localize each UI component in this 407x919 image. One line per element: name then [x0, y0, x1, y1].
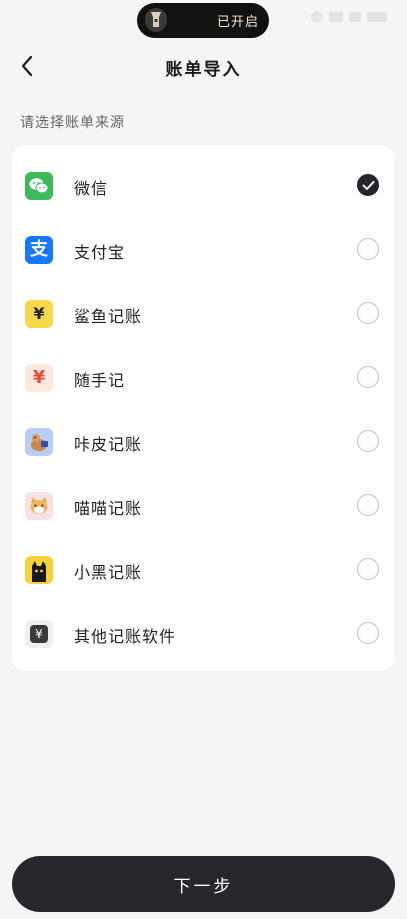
source-item-other[interactable]: ¥ 其他记账软件 — [12, 602, 394, 666]
radio-unselected[interactable] — [357, 494, 379, 516]
section-label: 请选择账单来源 — [20, 115, 125, 131]
next-button[interactable]: 下一步 — [12, 856, 395, 912]
source-name: 支付宝 — [74, 243, 126, 262]
source-item-kapi-ledger[interactable]: 咔皮记账 — [12, 410, 394, 474]
status-icons — [311, 11, 387, 23]
source-name: 其他记账软件 — [74, 627, 177, 646]
wechat-icon — [25, 172, 53, 200]
other-ledger-icon: ¥ — [25, 620, 53, 648]
source-item-cat-ledger[interactable]: 喵喵记账 — [12, 474, 394, 538]
signal-icon — [329, 12, 343, 22]
source-item-suishouji[interactable]: ¥ 随手记 — [12, 346, 394, 410]
radio-unselected[interactable] — [357, 558, 379, 580]
radio-unselected[interactable] — [357, 302, 379, 324]
wifi-icon — [349, 12, 361, 22]
source-name: 小黑记账 — [74, 563, 143, 582]
radio-unselected[interactable] — [357, 238, 379, 260]
source-item-wechat[interactable]: 微信 — [12, 154, 394, 218]
shark-ledger-icon: ¥ — [25, 300, 53, 328]
source-name: 微信 — [74, 179, 109, 198]
source-name: 鲨鱼记账 — [74, 307, 143, 326]
radio-selected[interactable] — [357, 174, 379, 196]
black-cat-ledger-icon — [25, 556, 53, 584]
source-name: 咔皮记账 — [74, 435, 143, 454]
source-item-shark-ledger[interactable]: ¥ 鲨鱼记账 — [12, 282, 394, 346]
flashlight-icon — [145, 8, 167, 32]
kapi-ledger-icon — [25, 428, 53, 456]
battery-icon — [367, 12, 387, 22]
radio-unselected[interactable] — [357, 366, 379, 388]
radio-unselected[interactable] — [357, 430, 379, 452]
cat-ledger-icon — [25, 492, 53, 520]
header: 账单导入 — [0, 44, 407, 88]
source-name: 喵喵记账 — [74, 499, 143, 518]
source-name: 随手记 — [74, 371, 126, 390]
alarm-icon — [311, 11, 323, 23]
status-bar: 已开启 — [0, 0, 407, 40]
radio-unselected[interactable] — [357, 622, 379, 644]
source-item-alipay[interactable]: 支 支付宝 — [12, 218, 394, 282]
alipay-icon: 支 — [25, 236, 53, 264]
source-item-black-cat-ledger[interactable]: 小黑记账 — [12, 538, 394, 602]
check-icon — [362, 181, 375, 190]
dynamic-island[interactable]: 已开启 — [137, 3, 269, 38]
source-list: 微信 支 支付宝 ¥ 鲨鱼记账 ¥ 随手记 咔皮记账 喵喵记账 小黑记账 ¥ 其… — [12, 145, 394, 671]
suishouji-icon: ¥ — [25, 364, 53, 392]
page-title: 账单导入 — [165, 60, 242, 80]
flashlight-status: 已开启 — [216, 15, 259, 30]
